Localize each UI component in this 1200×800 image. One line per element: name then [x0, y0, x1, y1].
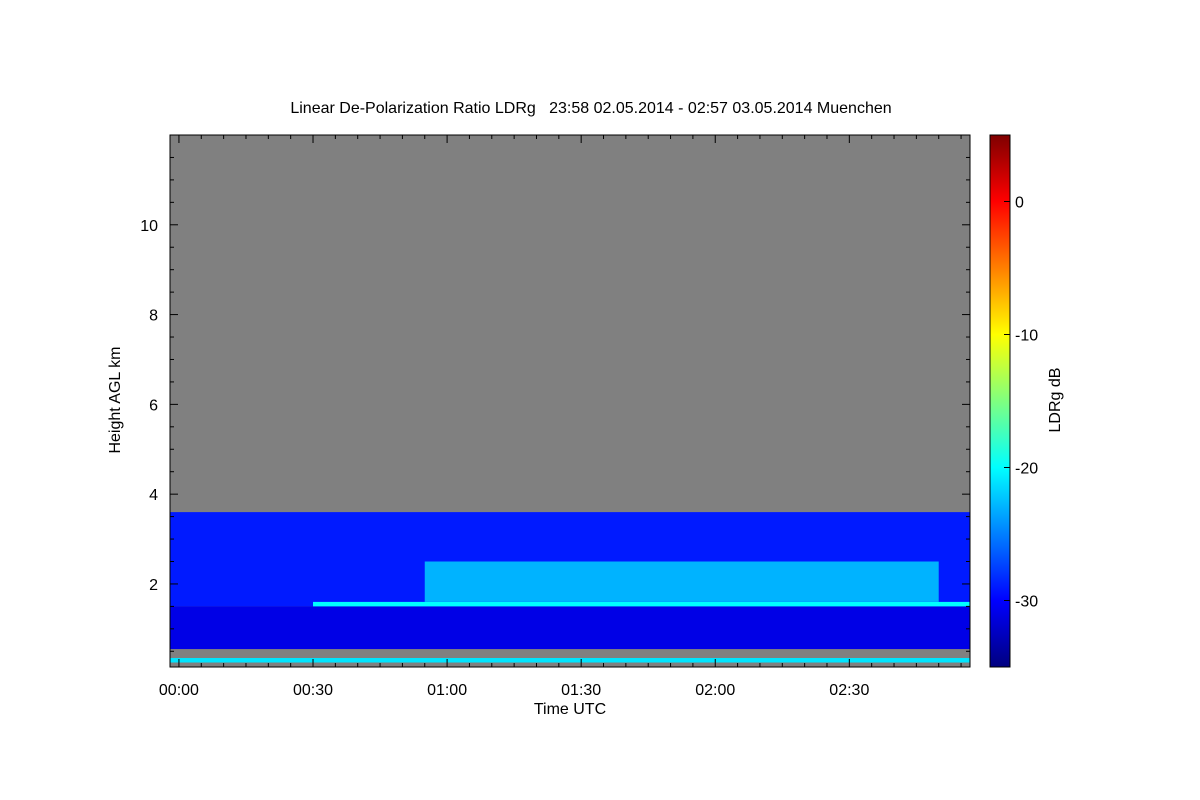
heatmap-layers: [170, 512, 970, 663]
x-tick-label: 02:00: [695, 682, 735, 699]
y-tick-label: 4: [149, 487, 158, 504]
heatmap-cell-fall-streaks: [424, 561, 939, 602]
colorbar-gradient: [989, 134, 1011, 668]
x-tick-label: 02:30: [829, 682, 869, 699]
y-tick-label: 2: [149, 577, 158, 594]
colorbar-tick-label: 0: [1015, 195, 1024, 212]
colorbar: 0 -10 -20 -30 LDRg dB: [989, 134, 1064, 668]
chart-title: Linear De-Polarization Ratio LDRg 23:58 …: [290, 100, 891, 117]
x-axis-label: Time UTC: [534, 701, 606, 718]
colorbar-label: LDRg dB: [1047, 368, 1064, 433]
heatmap-cell-lower-layer: [170, 606, 970, 650]
heatmap-cell-surface-band: [170, 658, 970, 663]
colorbar-tick-label: -10: [1015, 328, 1038, 345]
y-tick-label: 8: [149, 308, 158, 325]
y-tick-label: 10: [140, 218, 158, 235]
ldr-figure: Linear De-Polarization Ratio LDRg 23:58 …: [107, 100, 1064, 718]
x-tick-label: 01:00: [427, 682, 467, 699]
y-axis-label: Height AGL km: [107, 346, 124, 453]
plot-area: [169, 134, 971, 668]
x-tick-label: 01:30: [561, 682, 601, 699]
colorbar-tick-label: -20: [1015, 461, 1038, 478]
x-tick-label: 00:00: [159, 682, 199, 699]
heatmap-cell-melting-layer-band: [313, 601, 970, 607]
colorbar-tick-label: -30: [1015, 594, 1038, 611]
y-tick-label: 6: [149, 397, 158, 414]
x-tick-label: 00:30: [293, 682, 333, 699]
